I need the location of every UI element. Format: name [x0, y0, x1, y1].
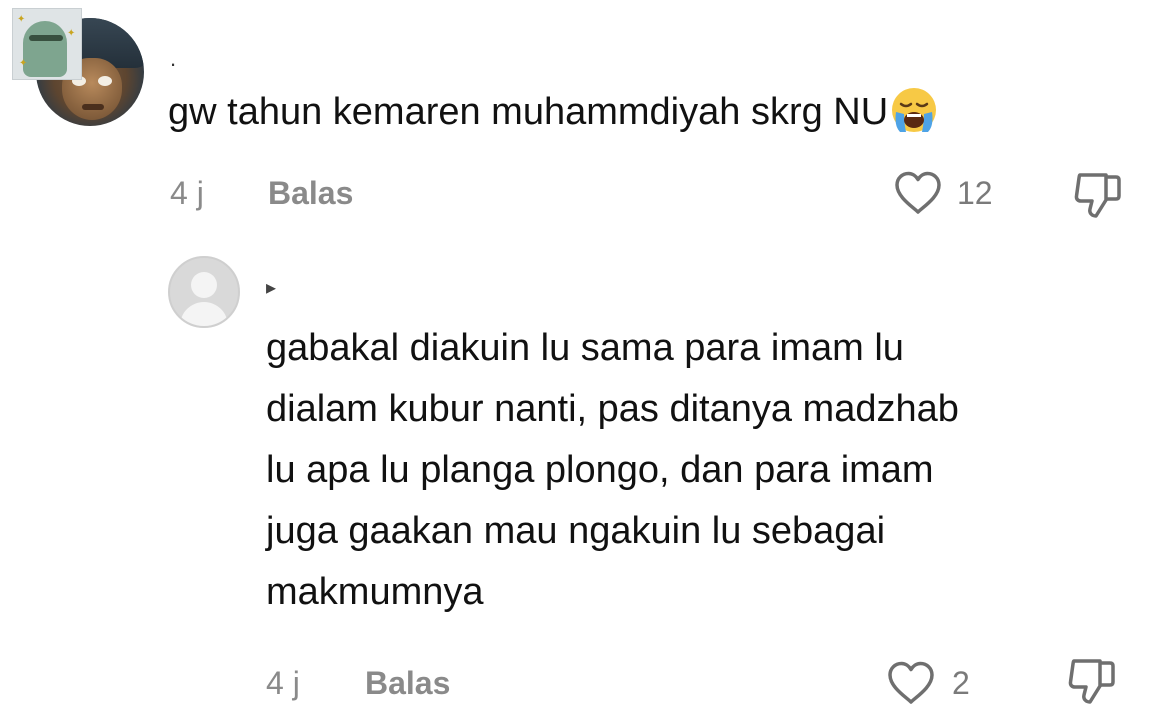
avatar-mouth: [82, 104, 104, 110]
comment: ✦ ✦ ✦ . gw tahun kemaren muhammdiyah skr…: [0, 0, 1170, 240]
heart-outline-icon[interactable]: [893, 170, 943, 216]
comment-text: gw tahun kemaren muhammdiyah skrg NU: [168, 86, 938, 136]
avatar-sticker: ✦ ✦ ✦: [12, 8, 82, 80]
like-count: 12: [957, 175, 993, 211]
reply-button[interactable]: Balas: [268, 177, 353, 209]
loudly-crying-face-icon: [892, 88, 937, 132]
sparkle-icon: ✦: [19, 58, 28, 69]
reply-button[interactable]: Balas: [365, 667, 450, 699]
avatar-placeholder[interactable]: [168, 256, 240, 328]
thumbs-down-outline-icon[interactable]: [1072, 170, 1124, 220]
sparkle-icon: ✦: [67, 28, 76, 39]
comment-text: gabakal diakuin lu sama para imam lu dia…: [266, 318, 1146, 623]
comment-text-line: dialam kubur nanti, pas ditanya madzhab: [266, 388, 959, 430]
comment-text-line: juga gaakan mau ngakuin lu sebagai: [266, 510, 886, 552]
comment-username[interactable]: ▸: [266, 278, 276, 298]
sparkle-icon: ✦: [17, 14, 26, 25]
comment-text-content: gw tahun kemaren muhammdiyah skrg NU: [168, 91, 889, 133]
comment-text-line: makmumnya: [266, 571, 484, 613]
like-count: 2: [952, 665, 970, 701]
avatar-placeholder-head: [191, 272, 217, 298]
comment-timestamp: 4 j: [266, 665, 300, 701]
sticker-brow: [29, 35, 63, 41]
avatar-placeholder-body: [180, 302, 228, 326]
sticker-character: [23, 21, 67, 77]
comment-text-line: gabakal diakuin lu sama para imam lu: [266, 327, 904, 369]
comment-username[interactable]: .: [170, 48, 176, 70]
heart-outline-icon[interactable]: [886, 660, 936, 706]
comment-timestamp: 4 j: [170, 175, 204, 211]
thumbs-down-outline-icon[interactable]: [1066, 656, 1118, 706]
avatar-eye: [98, 76, 112, 86]
comment-text-line: lu apa lu planga plongo, dan para imam: [266, 449, 934, 491]
